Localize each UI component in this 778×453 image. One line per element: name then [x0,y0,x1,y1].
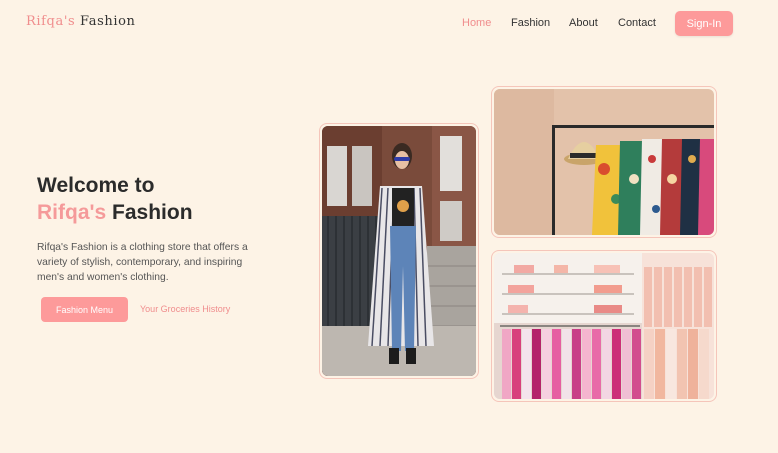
hero-title-accent: Rifqa's [37,201,107,224]
signin-button[interactable]: Sign-In [675,11,733,36]
woman-street-photo [322,126,476,376]
brand-name-accent: Rifqa's [26,14,76,29]
store-display-photo [494,253,714,399]
groceries-history-link[interactable]: Your Groceries History [140,304,230,314]
hero-title-rest: Fashion [112,201,193,224]
hero-title-line1: Welcome to [37,174,155,197]
fashion-menu-button[interactable]: Fashion Menu [41,297,128,322]
nav-home[interactable]: Home [462,17,491,29]
hero-description: Rifqa's Fashion is a clothing store that… [37,242,248,284]
hero-title: Welcome to Rifqa's Fashion [37,172,193,226]
brand-logo[interactable]: Rifqa's Fashion [26,14,136,29]
clothing-rack-photo [494,89,714,235]
store-display-image [491,250,717,402]
woman-street-image [319,123,479,379]
clothing-rack-image [491,86,717,238]
nav-about[interactable]: About [569,17,598,29]
brand-name-rest: Fashion [80,14,136,29]
nav-fashion[interactable]: Fashion [511,17,550,29]
nav-contact[interactable]: Contact [618,17,656,29]
